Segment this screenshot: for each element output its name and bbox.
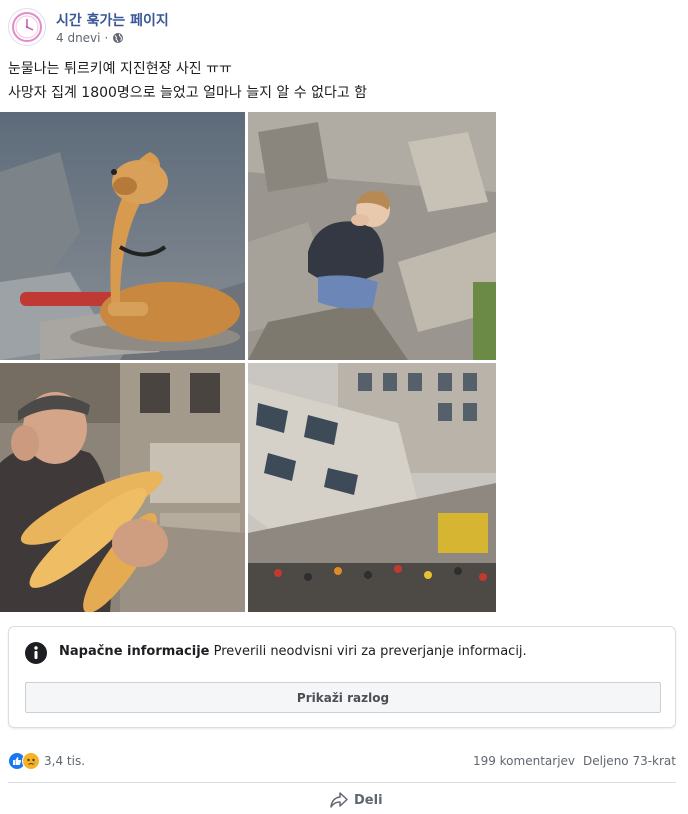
photo-grid [0, 112, 496, 612]
page-avatar[interactable] [8, 8, 46, 46]
sad-icon [22, 752, 40, 770]
notice-title: Napačne informacije [59, 644, 210, 659]
meta-separator: · [104, 31, 109, 45]
photo-collapsed-building[interactable] [248, 363, 496, 612]
post-stats: 199 komentarjev Deljeno 73-krat [473, 754, 676, 768]
reactions-summary[interactable]: 3,4 tis. [8, 752, 85, 770]
photo-old-man-bread[interactable] [0, 363, 245, 612]
actions-divider [8, 782, 676, 783]
shares-count[interactable]: Deljeno 73-krat [583, 754, 676, 768]
comments-count[interactable]: 199 komentarjev [473, 754, 575, 768]
post-text: 눈물나는 튀르키예 지진현장 사진 ㅠㅠ 사망자 집계 1800명으로 늘었고 … [8, 57, 367, 105]
globe-icon[interactable] [112, 32, 124, 44]
share-button[interactable]: Deli [330, 792, 383, 808]
photo-dog-rubble[interactable] [0, 112, 245, 360]
page-name-link[interactable]: 시간 훅가는 페이지 [56, 10, 169, 30]
reactions-count: 3,4 tis. [44, 754, 86, 768]
notice-description: Preverili neodvisni viri za preverjanje … [213, 644, 527, 659]
false-information-notice: Napačne informacije Preverili neodvisni … [8, 626, 676, 728]
post-text-line-2: 사망자 집계 1800명으로 늘었고 얼마나 늘지 알 수 없다고 함 [8, 85, 368, 101]
post-timestamp[interactable]: 4 dnevi [56, 31, 101, 45]
notice-text: Napačne informacije Preverili neodvisni … [59, 644, 527, 659]
share-label: Deli [354, 792, 383, 808]
post-meta: 4 dnevi · [56, 31, 124, 45]
photo-child-crying[interactable] [248, 112, 496, 360]
share-icon [330, 792, 348, 808]
post-text-line-1: 눈물나는 튀르키예 지진현장 사진 ㅠㅠ [8, 61, 232, 77]
show-reason-button[interactable]: Prikaži razlog [25, 682, 661, 713]
clock-icon [12, 12, 42, 42]
info-icon [25, 642, 47, 664]
